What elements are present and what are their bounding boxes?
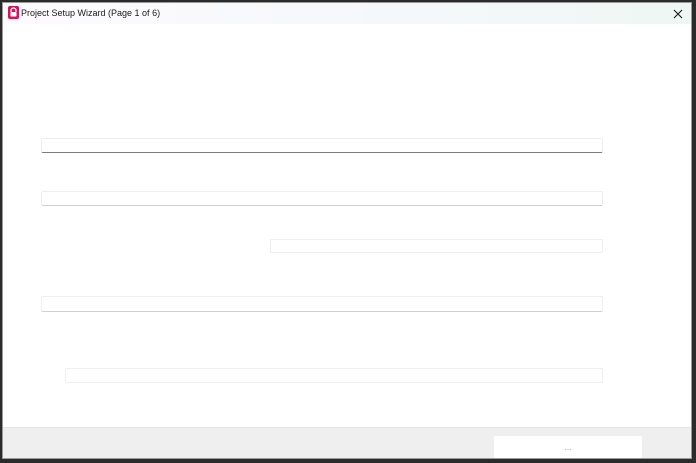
title-bar[interactable]: Project Setup Wizard (Page 1 of 6): [3, 3, 691, 24]
text-field-4[interactable]: [41, 296, 603, 312]
text-field-2[interactable]: [41, 191, 603, 206]
next-button[interactable]: ...: [494, 436, 642, 458]
close-button[interactable]: [665, 3, 691, 24]
text-field-3[interactable]: [270, 239, 603, 253]
wizard-window: Project Setup Wizard (Page 1 of 6) ...: [2, 2, 692, 459]
close-icon: [673, 9, 683, 18]
text-field-5[interactable]: [65, 368, 603, 383]
wizard-content: [3, 24, 691, 427]
wizard-footer: ...: [3, 427, 691, 458]
text-field-1[interactable]: [41, 138, 603, 153]
app-logo-icon: [8, 6, 19, 19]
window-title: Project Setup Wizard (Page 1 of 6): [21, 8, 161, 18]
